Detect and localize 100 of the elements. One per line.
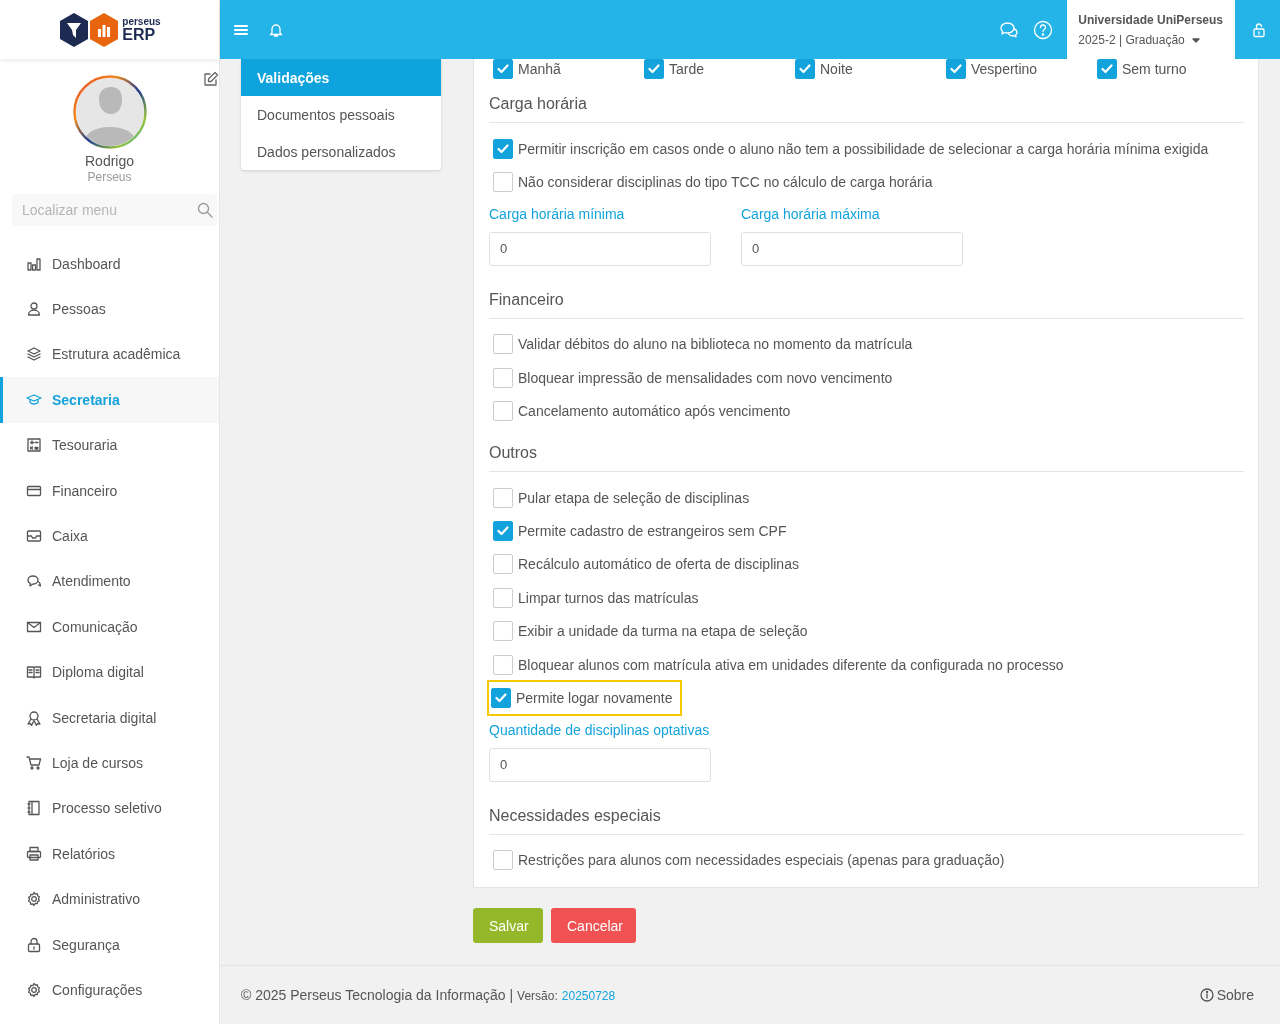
checkbox-label: Exibir a unidade da turma na etapa de seleção bbox=[518, 623, 808, 640]
menu-icon bbox=[234, 23, 248, 36]
submenu-item[interactable]: Documentos pessoais bbox=[241, 96, 441, 133]
chat-icon bbox=[26, 573, 42, 590]
sidebar-item[interactable]: Dashboard bbox=[0, 241, 219, 287]
user-organization: Perseus bbox=[87, 170, 132, 184]
checkbox[interactable] bbox=[493, 401, 513, 422]
help-icon bbox=[1033, 19, 1054, 40]
checkbox-label: Bloquear impressão de mensalidades com novo vencimento bbox=[518, 369, 893, 386]
checkbox-label: Tarde bbox=[669, 61, 705, 77]
checkbox-label: Bloquear alunos com matrícula ativa em unidades diferente da configurada no processo bbox=[518, 656, 1064, 673]
calculator-icon bbox=[26, 437, 42, 454]
sidebar-item[interactable]: Loja de cursos bbox=[0, 740, 219, 786]
cancel-button[interactable]: Cancelar bbox=[551, 908, 636, 943]
checkbox-label: Permitir inscrição em casos onde o aluno não tem a possibilidade de selecionar a carga horária mínima exigida bbox=[518, 140, 1209, 157]
checkbox-label: Noite bbox=[820, 61, 853, 77]
checkbox[interactable] bbox=[491, 688, 511, 708]
chart-icon bbox=[26, 255, 42, 272]
graduation-cap-icon bbox=[26, 391, 42, 408]
input-field[interactable]: 0 bbox=[489, 747, 711, 782]
brand-name: ERP bbox=[122, 26, 156, 43]
checkbox[interactable] bbox=[493, 587, 513, 608]
check-icon bbox=[497, 64, 509, 74]
ribbon-icon bbox=[26, 709, 42, 726]
checkbox[interactable] bbox=[493, 554, 513, 575]
checkbox-label: Permite logar novamente bbox=[516, 690, 673, 706]
lock-icon bbox=[26, 936, 42, 953]
checkbox-label: Limpar turnos das matrículas bbox=[518, 589, 699, 606]
book-icon bbox=[26, 664, 42, 681]
person-icon bbox=[26, 301, 42, 318]
checkbox[interactable] bbox=[493, 59, 513, 79]
sidebar-item[interactable]: Tesouraria bbox=[0, 422, 219, 468]
checkbox[interactable] bbox=[493, 621, 513, 642]
section-title: Carga horária bbox=[489, 83, 1244, 123]
period-text: 2025-2 | Graduação bbox=[1078, 33, 1185, 47]
caret-icon bbox=[1191, 37, 1200, 43]
checkbox[interactable] bbox=[644, 59, 664, 79]
checkbox[interactable] bbox=[493, 367, 513, 388]
sidebar-item[interactable]: Processo seletivo bbox=[0, 785, 219, 832]
checkbox-label: Validar débitos do aluno na biblioteca no momento da matrícula bbox=[518, 336, 913, 353]
input-field[interactable]: 0 bbox=[489, 231, 711, 266]
checkbox[interactable] bbox=[493, 138, 513, 159]
lock-icon bbox=[1250, 21, 1267, 38]
check-icon bbox=[799, 64, 811, 74]
search-icon bbox=[197, 202, 213, 218]
sidebar-item[interactable]: Configurações bbox=[0, 967, 219, 1013]
section-title: Outros bbox=[489, 431, 1244, 472]
sidebar-item[interactable]: Comunicação bbox=[0, 604, 219, 650]
search-field[interactable]: Localizar menu bbox=[12, 194, 217, 226]
inbox-icon bbox=[26, 528, 42, 545]
edit-icon bbox=[203, 71, 219, 87]
notebook-icon bbox=[26, 800, 42, 817]
sidebar-item[interactable]: Pessoas bbox=[0, 286, 219, 332]
check-icon bbox=[497, 526, 509, 537]
checkbox[interactable] bbox=[493, 334, 513, 355]
checkbox-label: Pular etapa de seleção de disciplinas bbox=[518, 489, 750, 506]
checkbox[interactable] bbox=[493, 487, 513, 508]
field-label: Carga horária máxima bbox=[741, 205, 881, 222]
input-field[interactable]: 0 bbox=[741, 231, 963, 266]
cart-icon bbox=[26, 755, 42, 771]
checkbox[interactable] bbox=[795, 59, 815, 79]
sidebar-item[interactable]: Segurança bbox=[0, 921, 219, 968]
checkbox-label: Manhã bbox=[518, 61, 561, 77]
section-title: Necessidades especiais bbox=[489, 794, 1244, 835]
sidebar-item[interactable]: Administrativo bbox=[0, 876, 219, 922]
checkbox-label: Restrições para alunos com necessidades especiais (apenas para graduação) bbox=[518, 852, 1005, 869]
checkbox[interactable] bbox=[946, 59, 966, 79]
sidebar-item[interactable]: Atendimento bbox=[0, 558, 219, 605]
institution-selector[interactable]: Universidade UniPerseus 2025-2 | Graduação bbox=[1067, 0, 1235, 59]
printer-icon bbox=[26, 845, 42, 862]
checkbox[interactable] bbox=[493, 654, 513, 675]
about-link[interactable]: Sobre bbox=[1199, 987, 1254, 1003]
gear-icon bbox=[26, 981, 42, 998]
sidebar-item[interactable]: Relatórios bbox=[0, 831, 219, 877]
sidebar-item[interactable]: Caixa bbox=[0, 513, 219, 559]
section-title: Financeiro bbox=[489, 278, 1244, 319]
user-name: Rodrigo bbox=[85, 153, 134, 169]
checkbox[interactable] bbox=[1097, 59, 1117, 79]
sidebar-item[interactable]: Diploma digital bbox=[0, 649, 219, 695]
layers-icon bbox=[26, 346, 42, 363]
checkbox[interactable] bbox=[493, 521, 513, 542]
check-icon bbox=[648, 64, 660, 74]
submenu-item[interactable]: Dados personalizados bbox=[241, 133, 441, 170]
checkbox-label: Vespertino bbox=[971, 61, 1038, 77]
info-icon bbox=[1199, 988, 1214, 1002]
sidebar-item[interactable]: Financeiro bbox=[0, 467, 219, 514]
field-label: Carga horária mínima bbox=[489, 205, 626, 222]
institution-name: Universidade UniPerseus bbox=[1078, 13, 1223, 27]
checkbox-label: Permite cadastro de estrangeiros sem CPF bbox=[518, 523, 787, 540]
checkbox-label: Recálculo automático de oferta de disciplinas bbox=[518, 556, 799, 573]
checkbox[interactable] bbox=[493, 850, 513, 871]
sidebar-item[interactable]: Estrutura acadêmica bbox=[0, 331, 219, 378]
chat-icon bbox=[999, 20, 1020, 39]
sidebar-item[interactable]: Secretaria digital bbox=[0, 694, 219, 741]
field-label: Quantidade de disciplinas optativas bbox=[489, 721, 711, 738]
checkbox[interactable] bbox=[493, 172, 513, 193]
check-icon bbox=[950, 64, 962, 74]
check-icon bbox=[1101, 64, 1113, 74]
check-icon bbox=[495, 693, 507, 703]
checkbox-label: Sem turno bbox=[1122, 61, 1187, 77]
